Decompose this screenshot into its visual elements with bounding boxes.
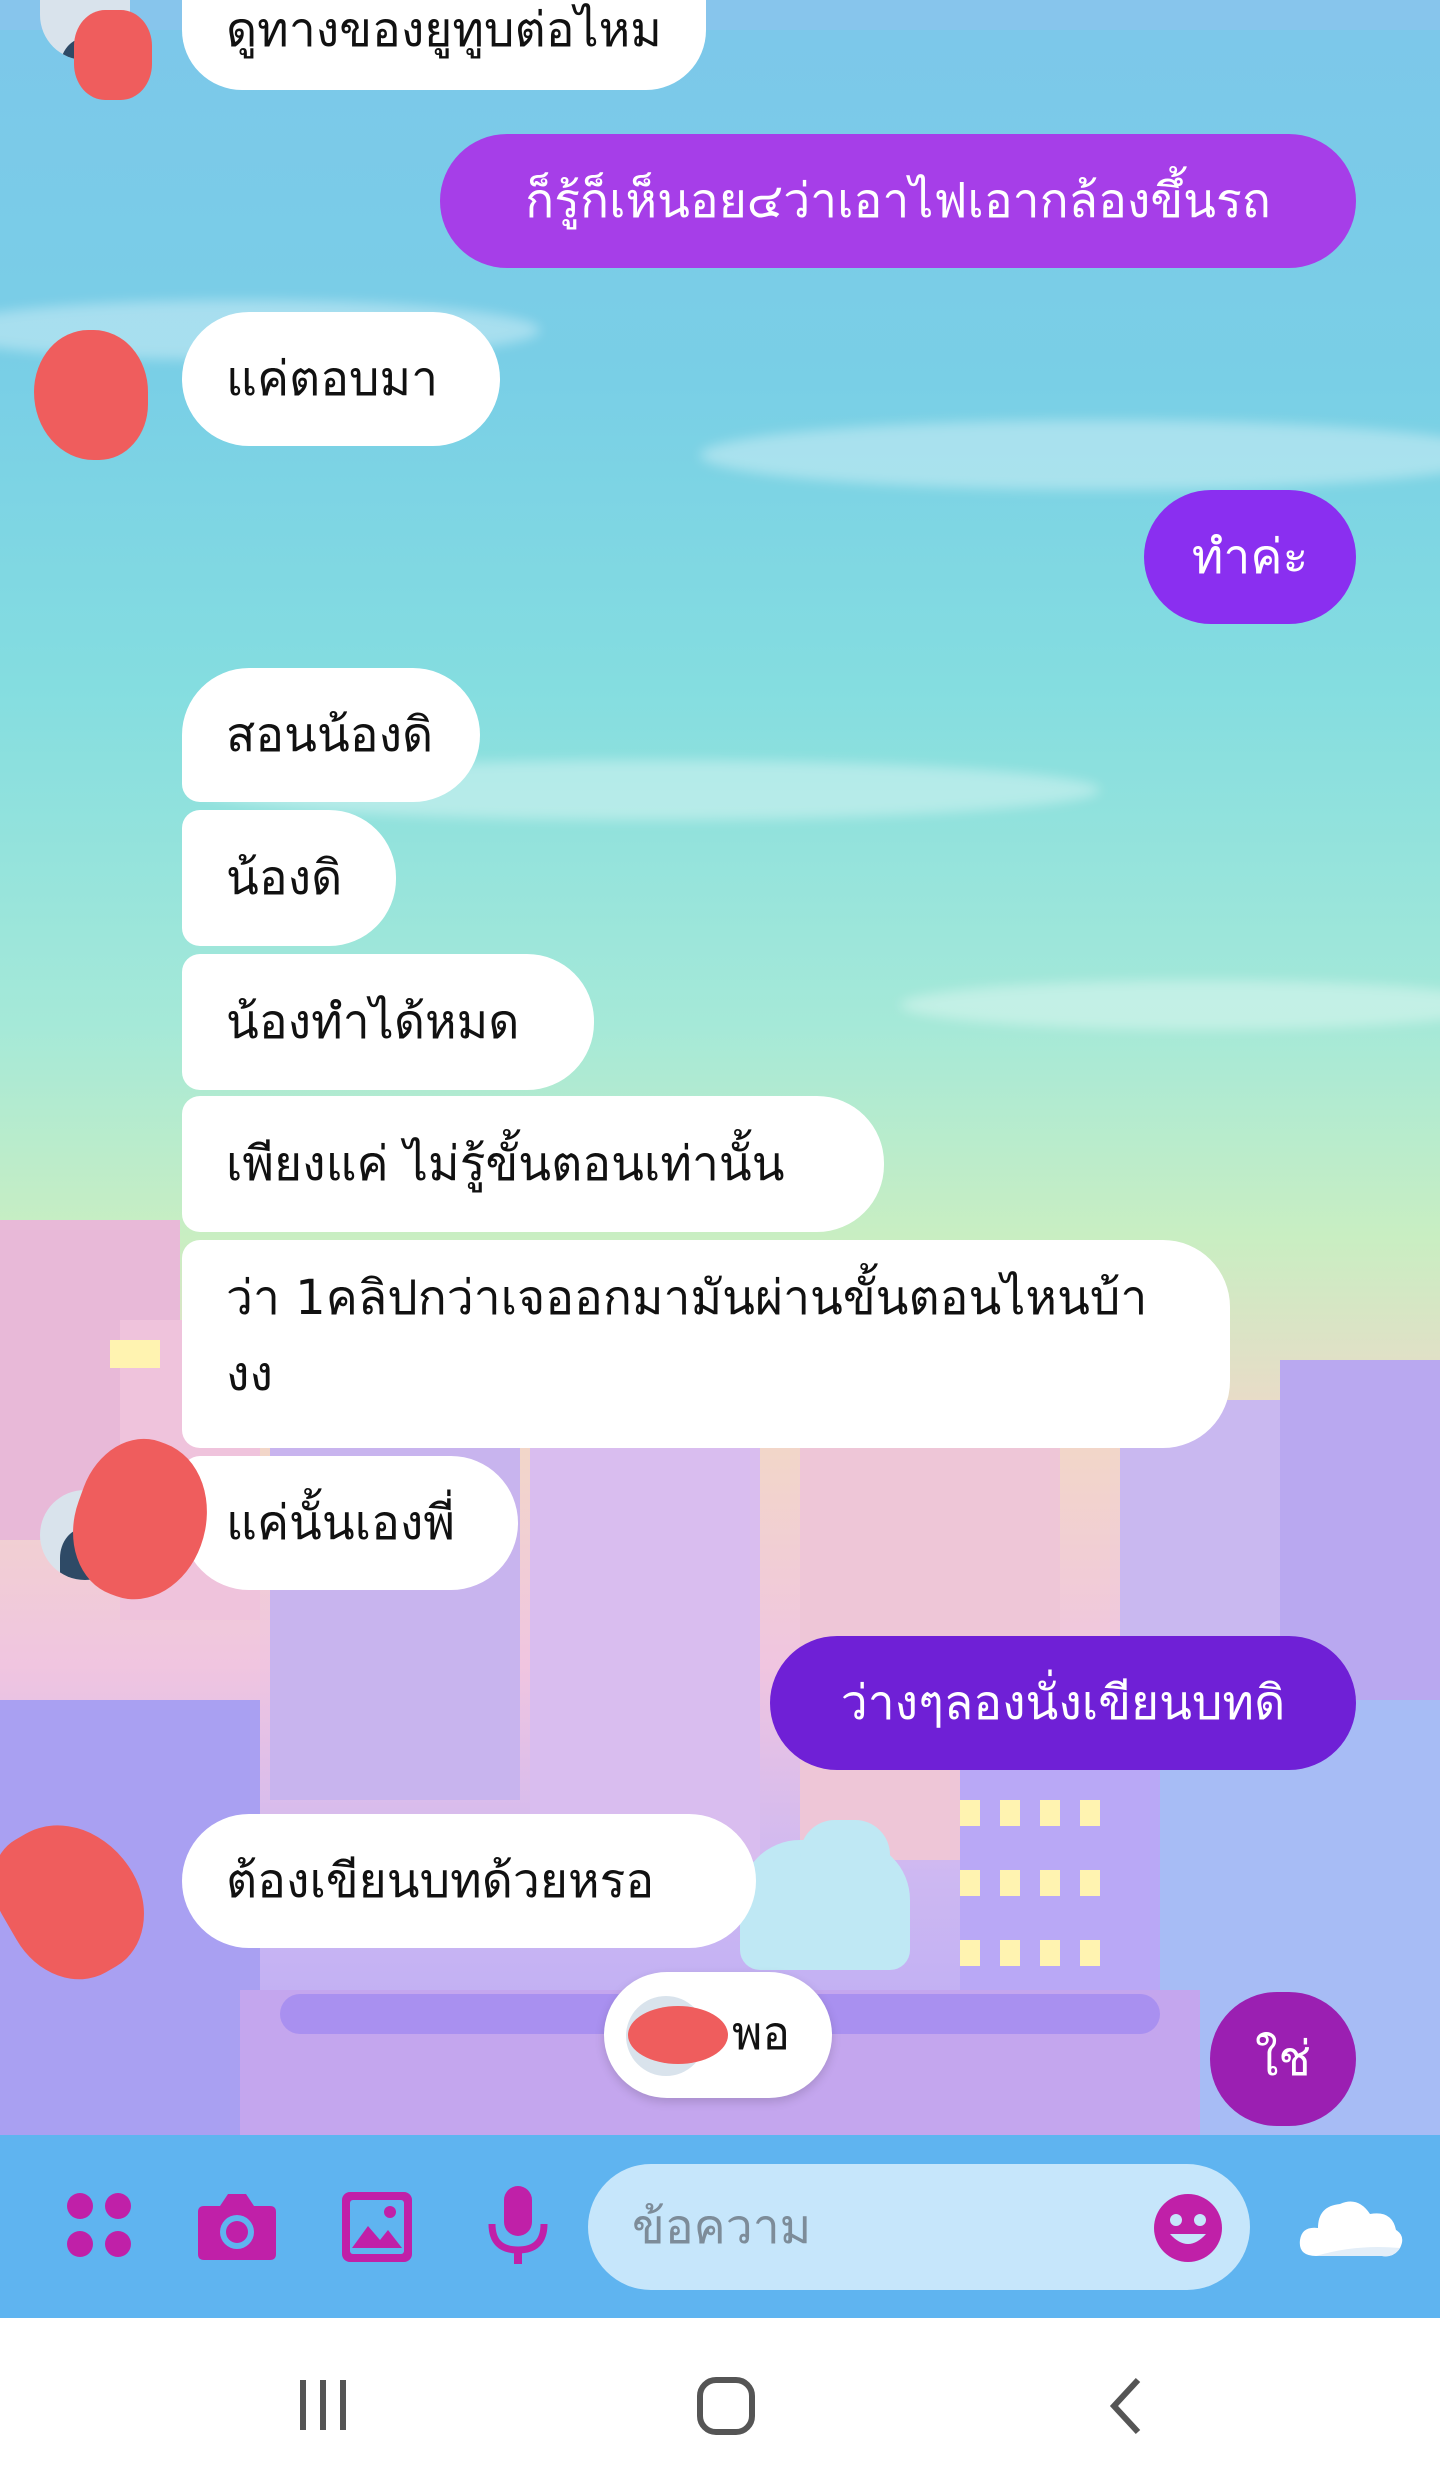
message-received[interactable]: ว่า 1คลิปกว่าเจออกมามันผ่านขั้นตอนไหนบ้า… bbox=[182, 1240, 1230, 1448]
redaction-scribble bbox=[74, 10, 152, 100]
message-received[interactable]: แค่นั้นเองพี่ bbox=[182, 1456, 518, 1590]
message-received[interactable]: น้องดิ bbox=[182, 810, 396, 946]
reply-chip-label: พอ bbox=[732, 2006, 790, 2060]
home-icon[interactable] bbox=[696, 2376, 756, 2436]
message-received[interactable]: ต้องเขียนบทด้วยหรอ bbox=[182, 1814, 756, 1948]
reply-suggestion-chip[interactable]: พอ bbox=[604, 1972, 832, 2098]
cloud-theme-icon[interactable] bbox=[1296, 2184, 1406, 2264]
back-icon[interactable] bbox=[1106, 2376, 1146, 2436]
message-received[interactable]: เพียงแค่ ไม่รู้ขั้นตอนเท่านั้น bbox=[182, 1096, 884, 1232]
redaction-scribble bbox=[628, 2006, 728, 2064]
message-received[interactable]: ดูทางของยูทูบต่อไหม bbox=[182, 0, 706, 90]
microphone-icon[interactable] bbox=[486, 2184, 550, 2270]
message-sent[interactable]: ก็รู้ก็เห็นอย๔ว่าเอาไฟเอากล้องขึ้นรถ bbox=[440, 134, 1356, 268]
gallery-icon[interactable] bbox=[340, 2190, 414, 2264]
message-received[interactable]: สอนน้องดิ bbox=[182, 668, 480, 802]
redaction-scribble bbox=[34, 330, 148, 460]
message-sent[interactable]: ทำค่ะ bbox=[1144, 490, 1356, 624]
apps-icon[interactable] bbox=[64, 2190, 134, 2260]
message-sent[interactable]: ว่างๆลองนั่งเขียนบทดิ bbox=[770, 1636, 1356, 1770]
emoji-icon[interactable] bbox=[1152, 2192, 1224, 2264]
recent-apps-icon[interactable] bbox=[296, 2376, 352, 2432]
message-input[interactable]: ข้อความ bbox=[588, 2164, 1250, 2290]
message-received[interactable]: แค่ตอบมา bbox=[182, 312, 500, 446]
camera-icon[interactable] bbox=[196, 2190, 278, 2262]
message-received[interactable]: น้องทำได้หมด bbox=[182, 954, 594, 1090]
message-sent[interactable]: ใช่ bbox=[1210, 1992, 1356, 2126]
